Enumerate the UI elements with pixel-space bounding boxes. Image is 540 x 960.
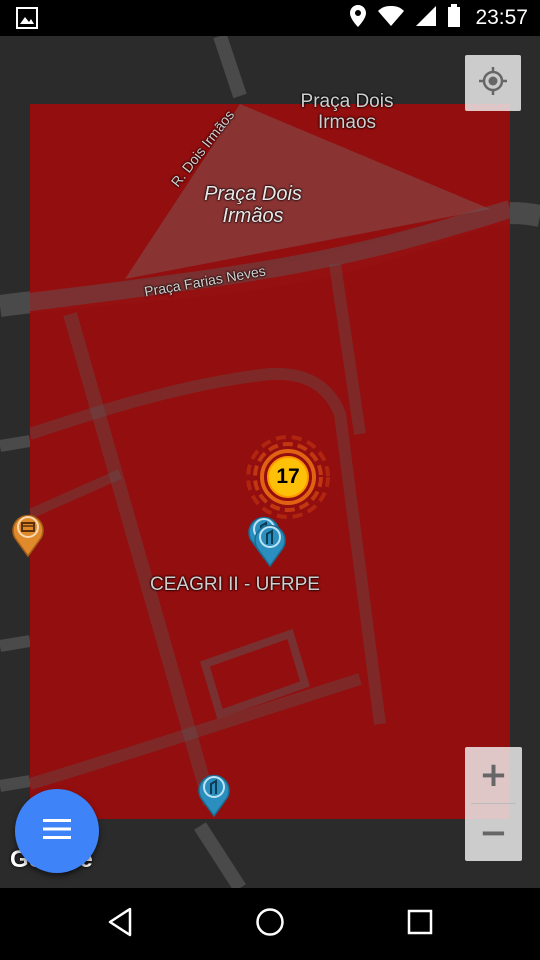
- status-bar: 23:57: [0, 0, 540, 36]
- my-location-icon: [478, 66, 508, 101]
- image-icon: [16, 7, 38, 29]
- cluster-marker[interactable]: 17: [245, 434, 331, 520]
- zoom-divider: [471, 803, 516, 804]
- poi-label-ceagri[interactable]: CEAGRI II - UFRPE: [140, 574, 330, 596]
- navigation-bar: [0, 888, 540, 960]
- back-icon: [107, 907, 133, 942]
- battery-icon: [447, 3, 461, 33]
- back-button[interactable]: [96, 901, 144, 947]
- location-icon: [349, 4, 367, 33]
- zoom-out-button[interactable]: −: [465, 805, 522, 861]
- signal-icon: [415, 5, 437, 32]
- park-label-praca-dois-irmaos: Praça Dois Irmãos: [204, 183, 302, 227]
- menu-fab-button[interactable]: [15, 789, 99, 873]
- shop-marker[interactable]: [10, 510, 46, 563]
- school-pin-icon: [198, 774, 230, 818]
- clock: 23:57: [475, 6, 528, 29]
- my-location-button[interactable]: [465, 55, 521, 111]
- zoom-control: + −: [465, 747, 522, 861]
- wifi-icon: [377, 5, 405, 32]
- recents-button[interactable]: [396, 901, 444, 947]
- home-button[interactable]: [246, 901, 294, 947]
- school-pin-icon: [254, 524, 286, 568]
- menu-icon: [42, 818, 72, 845]
- recents-icon: [406, 908, 434, 941]
- zoom-in-button[interactable]: +: [465, 747, 522, 803]
- cluster-count: 17: [276, 465, 300, 488]
- map-view[interactable]: Praça Dois Irmaos Praça Dois Irmãos R. D…: [0, 36, 540, 888]
- school-marker[interactable]: [252, 520, 288, 573]
- school-marker[interactable]: [196, 770, 232, 823]
- shop-pin-icon: [12, 514, 44, 558]
- home-icon: [255, 907, 285, 942]
- poi-label-praca-dois-irmaos[interactable]: Praça Dois Irmaos: [282, 91, 412, 134]
